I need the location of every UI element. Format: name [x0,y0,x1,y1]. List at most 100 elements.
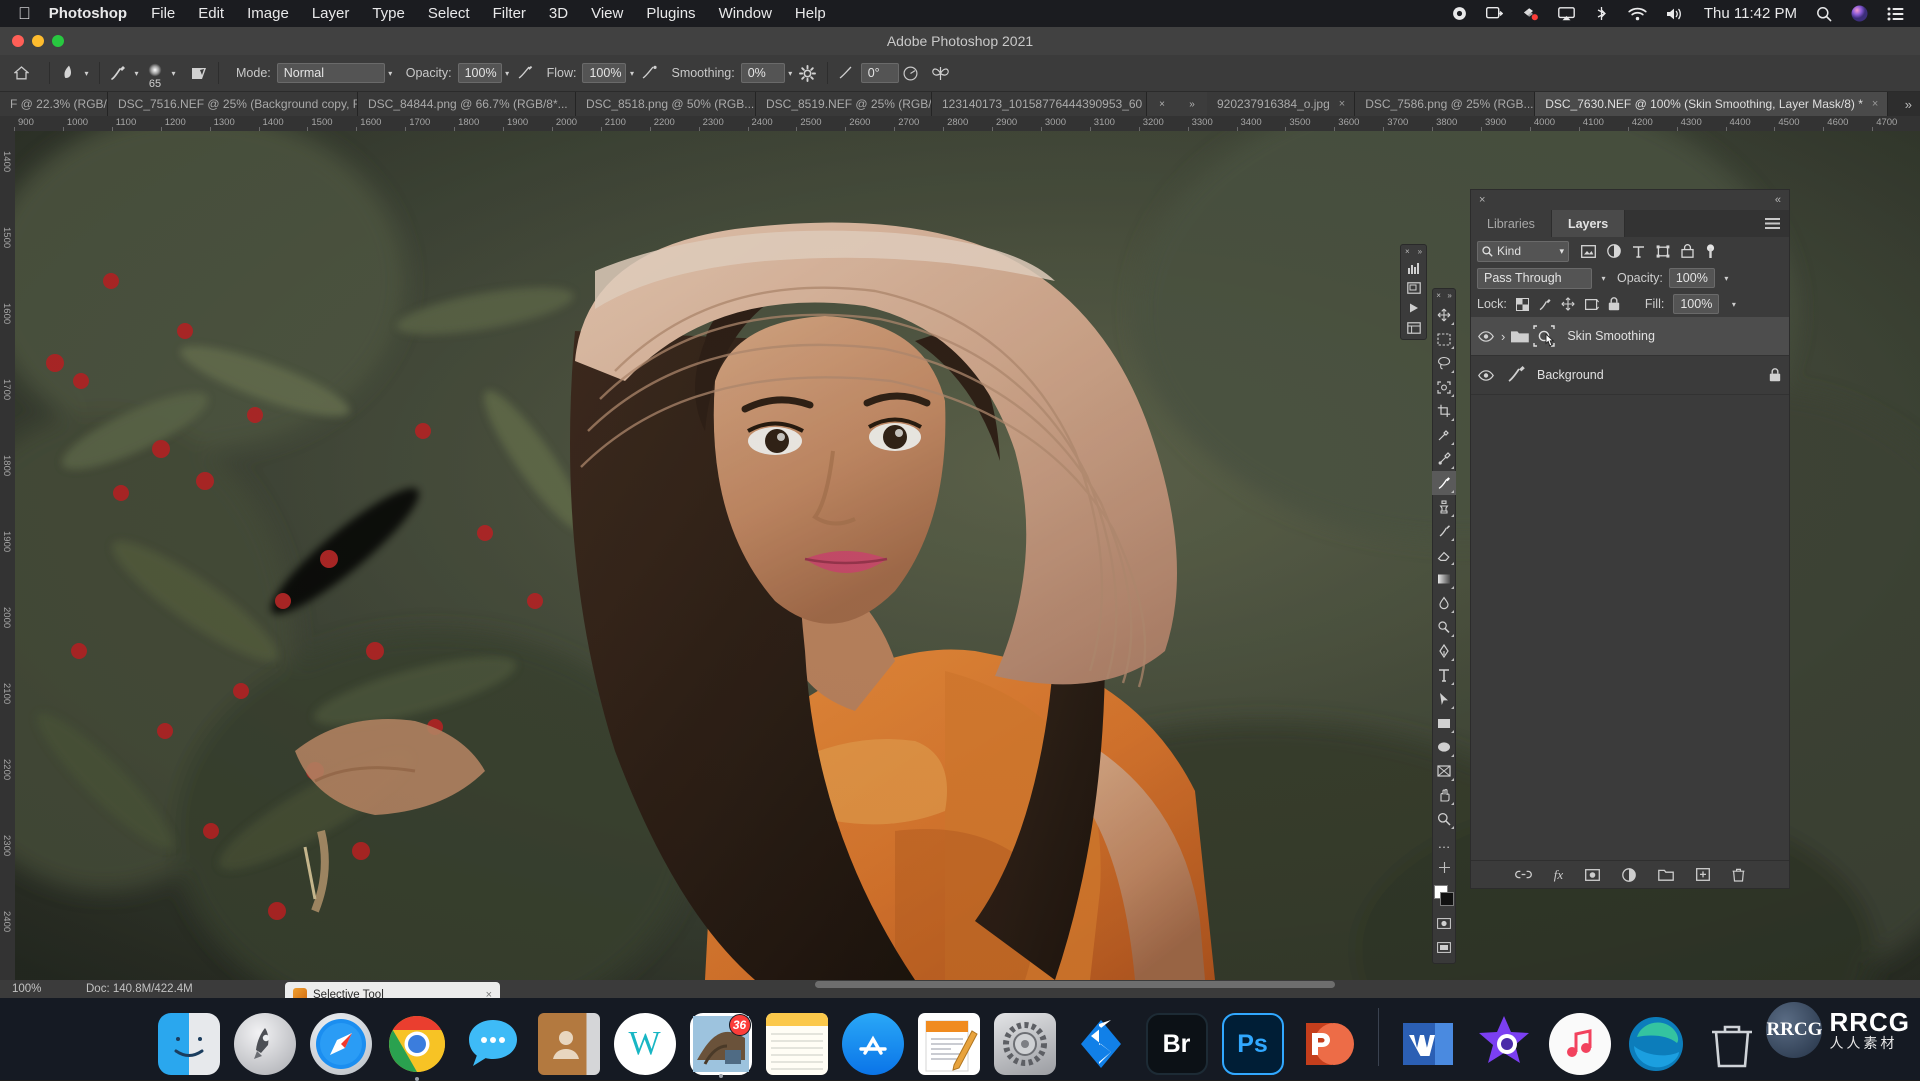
dock-item-launchpad[interactable] [234,1013,296,1075]
tool-preset-group[interactable]: ▾ [57,61,92,85]
apple-logo-icon[interactable]:  [18,5,31,22]
vertical-ruler[interactable]: 1400150016001700180019002000210022002300… [0,131,15,981]
dock-item-app-store[interactable] [842,1013,904,1075]
menu-type[interactable]: Type [372,5,405,22]
menu-edit[interactable]: Edit [198,5,224,22]
spot-healing-brush-tool-icon[interactable] [1432,447,1456,471]
brush-size-chevron-icon[interactable]: ▾ [168,63,179,83]
zoom-button[interactable] [52,35,64,47]
close-icon[interactable]: × [1405,247,1410,256]
flow-chevron-icon[interactable]: ▾ [626,63,637,83]
smoothing-options-gear-icon[interactable] [796,61,820,85]
fill-input[interactable]: 100% [1673,294,1719,314]
type-tool-icon[interactable] [1432,663,1456,687]
history-brush-tool-icon[interactable] [1432,519,1456,543]
filter-adjustment-icon[interactable] [1607,244,1621,258]
screen-mode-icon[interactable] [1432,935,1456,959]
menu-3d[interactable]: 3D [549,5,568,22]
brush-stroke-icon[interactable] [107,61,131,85]
volume-icon[interactable] [1666,7,1685,21]
new-group-icon[interactable] [1658,868,1674,881]
filter-toggle-icon[interactable] [1705,244,1716,259]
more-tools-icon[interactable]: … [1432,831,1456,855]
brush-stroke-chevron-icon[interactable]: ▾ [131,63,142,83]
chevron-down-icon[interactable]: ▾ [1559,246,1564,257]
filter-shape-icon[interactable] [1656,245,1670,258]
play-actions-icon[interactable] [1400,298,1427,318]
wifi-icon[interactable] [1628,7,1647,21]
close-button[interactable] [12,35,24,47]
smoothing-input[interactable]: 0% [741,63,785,83]
panel-menu-icon[interactable] [1756,210,1789,237]
group-folder-icon[interactable] [1510,328,1530,344]
tab-scroll-right-icon[interactable]: » [1897,92,1920,116]
table-row[interactable]: › Skin Smoothing [1471,317,1789,356]
layer-name[interactable]: Background [1527,368,1604,382]
lasso-tool-icon[interactable] [1432,351,1456,375]
menu-file[interactable]: File [151,5,175,22]
mode-select[interactable]: Normal [277,63,385,83]
dock-item-adobe-bridge[interactable]: Br [1146,1013,1208,1075]
brush-tip-group[interactable]: ▾ [107,61,142,85]
lock-all-icon[interactable] [1608,297,1620,311]
angle-input[interactable]: 0° [861,63,899,83]
airbrush-icon[interactable] [637,61,661,85]
opacity-chevron-icon[interactable]: ▾ [502,63,513,83]
dock-item-google-chrome[interactable] [386,1013,448,1075]
airplay-icon[interactable] [1558,7,1575,21]
menu-image[interactable]: Image [247,5,289,22]
blend-mode-chevron-icon[interactable]: ▾ [1598,268,1609,288]
opacity-input[interactable]: 100% [458,63,502,83]
crop-tool-icon[interactable] [1432,399,1456,423]
menu-help[interactable]: Help [795,5,826,22]
brush-preset-picker-icon[interactable]: 65 [142,61,168,85]
move-tool-icon[interactable] [1432,303,1456,327]
document-tab[interactable]: DSC_7516.NEF @ 25% (Background copy, RGB… [108,92,358,116]
dock-item-trash[interactable] [1701,1013,1763,1075]
menu-window[interactable]: Window [719,5,772,22]
dock-item-notes[interactable] [766,1013,828,1075]
dock-item-messages[interactable] [462,1013,524,1075]
lock-artboard-nesting-icon[interactable] [1584,298,1599,311]
dock-item-adobe-photoshop[interactable]: Ps [1222,1013,1284,1075]
menu-layer[interactable]: Layer [312,5,350,22]
tools-panel-header[interactable]: × » [1433,289,1455,302]
brush-angle-dial-icon[interactable] [899,61,923,85]
rectangular-marquee-tool-icon[interactable] [1432,327,1456,351]
tab-overflow-controls[interactable]: × [1147,92,1177,116]
blend-mode-select[interactable]: Pass Through [1477,268,1592,289]
document-tab[interactable]: 123140173_10158776444390953_60 [932,92,1147,116]
spotlight-search-icon[interactable] [1816,6,1832,22]
smoothing-chevron-icon[interactable]: ▾ [785,63,796,83]
clone-stamp-tool-icon[interactable] [1432,495,1456,519]
horizontal-ruler[interactable]: 9001000110012001300140015001600170018001… [0,116,1920,131]
close-icon[interactable]: × [1159,99,1165,110]
eyedropper-tool-icon[interactable] [1432,423,1456,447]
pressure-opacity-icon[interactable] [513,61,537,85]
edit-toolbar-icon[interactable] [1432,855,1456,879]
bluetooth-transfer-icon[interactable] [1594,6,1609,21]
tablet-pressure-size-icon[interactable] [835,61,859,85]
dock-item-wondershare[interactable]: W [614,1013,676,1075]
layer-opacity-chevron-icon[interactable]: ▾ [1721,268,1732,288]
document-tab[interactable]: 920237916384_o.jpg × [1207,92,1355,116]
tab-overflow-more[interactable]: » [1177,92,1207,116]
dock-item-music[interactable] [1549,1013,1611,1075]
filter-smartobject-icon[interactable] [1681,244,1694,258]
dodge-tool-icon[interactable] [1432,615,1456,639]
expand-group-icon[interactable]: › [1501,329,1510,344]
ellipse-tool-icon[interactable] [1432,735,1456,759]
properties-grid-icon[interactable] [1400,318,1427,338]
hand-tool-icon[interactable] [1432,783,1456,807]
gradient-tool-icon[interactable] [1432,567,1456,591]
foreground-color-swatch[interactable] [1440,892,1454,906]
document-tab[interactable]: DSC_8519.NEF @ 25% (RGB/... × [756,92,932,116]
eraser-tool-icon[interactable] [1432,543,1456,567]
close-icon[interactable]: × [1872,98,1878,110]
home-icon[interactable] [0,66,42,80]
dock-item-pages[interactable] [918,1013,980,1075]
object-selection-tool-icon[interactable] [1432,375,1456,399]
dock-item-mail[interactable]: 36 [690,1013,752,1075]
brush-settings-panel-icon[interactable] [187,61,211,85]
add-layer-style-fx-icon[interactable]: fx [1554,867,1563,883]
